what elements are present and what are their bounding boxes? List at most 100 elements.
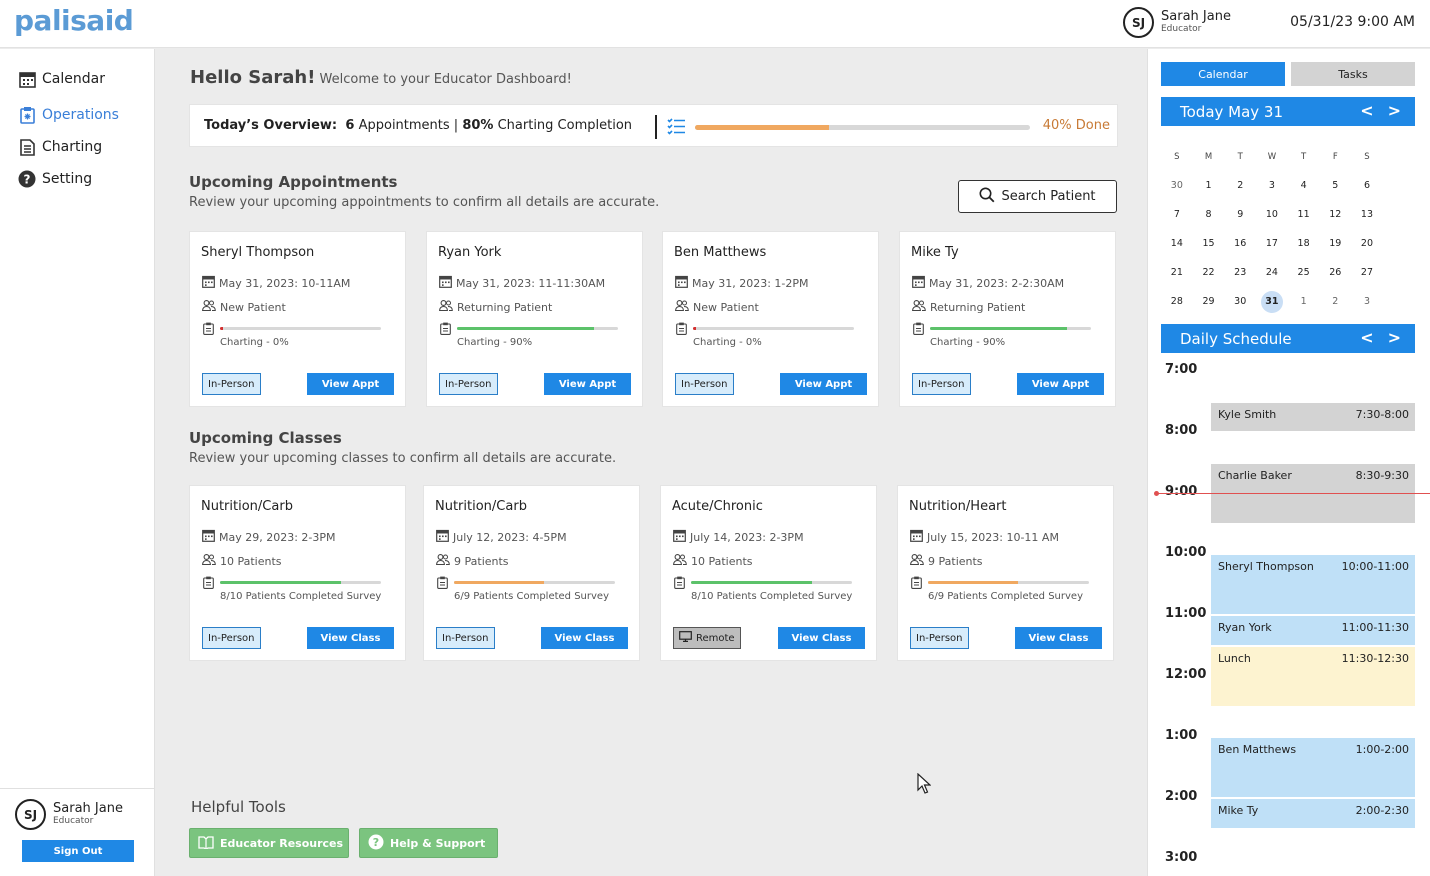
calendar-day[interactable]: 15 bbox=[1193, 238, 1225, 249]
event-time: 11:30-12:30 bbox=[1341, 651, 1409, 665]
schedule-event[interactable]: Sheryl Thompson 10:00-11:00 bbox=[1211, 555, 1415, 614]
schedule-event[interactable]: Lunch 11:30-12:30 bbox=[1211, 646, 1415, 706]
schedule-event[interactable]: Mike Ty 2:00-2:30 bbox=[1211, 799, 1415, 828]
calendar-day[interactable]: 23 bbox=[1224, 267, 1256, 278]
event-time: 10:00-11:00 bbox=[1341, 560, 1409, 573]
greeting-welcome: Welcome to your Educator Dashboard! bbox=[319, 72, 572, 87]
calendar-day[interactable]: 2 bbox=[1224, 180, 1256, 191]
schedule-prev-button[interactable]: < bbox=[1360, 328, 1373, 347]
event-name: Ryan York bbox=[1218, 621, 1272, 634]
clipboard-icon bbox=[18, 106, 36, 124]
card-progress-label: Charting - 90% bbox=[930, 337, 1006, 348]
avatar[interactable]: SJ bbox=[1123, 7, 1154, 38]
calendar-day[interactable]: 8 bbox=[1193, 209, 1225, 220]
calendar-day[interactable]: 22 bbox=[1193, 267, 1225, 278]
calendar-day[interactable]: 11 bbox=[1288, 209, 1320, 220]
clipboard-icon bbox=[203, 322, 214, 339]
event-name: Sheryl Thompson bbox=[1218, 560, 1314, 573]
class-card: Acute/Chronic July 14, 2023: 2-3PM 10 Pati… bbox=[660, 485, 877, 661]
educator-resources-button[interactable]: Educator Resources bbox=[189, 828, 349, 858]
card-type: New Patient bbox=[693, 300, 759, 314]
calendar-day[interactable]: 13 bbox=[1351, 209, 1383, 220]
view-class-button[interactable]: View Class bbox=[1015, 627, 1102, 649]
calendar-day[interactable]: 17 bbox=[1256, 238, 1288, 249]
calendar-day[interactable]: 28 bbox=[1161, 296, 1193, 307]
calendar-day[interactable]: 21 bbox=[1161, 267, 1193, 278]
current-datetime: 05/31/23 9:00 AM bbox=[1290, 14, 1415, 30]
schedule-event[interactable]: Ben Matthews 1:00-2:00 bbox=[1211, 738, 1415, 797]
card-date-row: May 29, 2023: 2-3PM bbox=[202, 529, 336, 545]
calendar-day[interactable]: 30 bbox=[1224, 296, 1256, 307]
mode-label: Remote bbox=[696, 632, 735, 644]
calendar-next-button[interactable]: > bbox=[1388, 101, 1401, 120]
overview-summary: Today’s Overview: 6 Appointments | 80% C… bbox=[204, 118, 632, 133]
calendar-day[interactable]: 7 bbox=[1161, 209, 1193, 220]
search-patient-button[interactable]: Search Patient bbox=[958, 180, 1117, 213]
checklist-icon[interactable] bbox=[667, 117, 686, 139]
calendar-day[interactable]: 12 bbox=[1319, 209, 1351, 220]
calendar-day[interactable]: 24 bbox=[1256, 267, 1288, 278]
sidebar-item-charting[interactable]: Charting bbox=[18, 138, 102, 156]
schedule-event[interactable]: Kyle Smith 7:30-8:00 bbox=[1211, 402, 1415, 431]
calendar-day[interactable]: 31 bbox=[1260, 290, 1283, 313]
calendar-day[interactable]: 26 bbox=[1319, 267, 1351, 278]
sidebar-item-setting[interactable]: ? Setting bbox=[18, 170, 92, 188]
charting-percent: 80% bbox=[462, 118, 494, 133]
overview-done: 40% Done bbox=[1042, 118, 1110, 133]
app-logo[interactable]: palisaid bbox=[14, 4, 134, 37]
calendar-day[interactable]: 20 bbox=[1351, 238, 1383, 249]
weekday-label: S bbox=[1174, 151, 1180, 162]
calendar-icon bbox=[202, 529, 215, 545]
calendar-prev-button[interactable]: < bbox=[1360, 101, 1373, 120]
calendar-day[interactable]: 14 bbox=[1161, 238, 1193, 249]
card-date-row: July 14, 2023: 2-3PM bbox=[673, 529, 804, 545]
sign-out-button[interactable]: Sign Out bbox=[22, 840, 134, 862]
calendar-day[interactable]: 1 bbox=[1288, 296, 1320, 307]
calendar-day[interactable]: 30 bbox=[1161, 180, 1193, 191]
view-class-button[interactable]: View Class bbox=[307, 627, 394, 649]
calendar-day[interactable]: 3 bbox=[1256, 180, 1288, 191]
calendar-day[interactable]: 6 bbox=[1351, 180, 1383, 191]
calendar-day[interactable]: 18 bbox=[1288, 238, 1320, 249]
schedule-next-button[interactable]: > bbox=[1388, 328, 1401, 347]
card-progress-label: 6/9 Patients Completed Survey bbox=[454, 591, 609, 602]
calendar-day[interactable]: 2 bbox=[1319, 296, 1351, 307]
view-appt-button[interactable]: View Appt bbox=[307, 373, 394, 395]
calendar-icon bbox=[910, 529, 923, 545]
help-support-label: Help & Support bbox=[390, 836, 486, 850]
calendar-day[interactable]: 1 bbox=[1193, 180, 1225, 191]
search-icon bbox=[979, 187, 995, 207]
weekday-label: S bbox=[1364, 151, 1370, 162]
tab-tasks[interactable]: Tasks bbox=[1291, 62, 1415, 86]
calendar-day[interactable]: 4 bbox=[1288, 180, 1320, 191]
schedule-event[interactable]: Ryan York 11:00-11:30 bbox=[1211, 616, 1415, 645]
calendar-day[interactable]: 5 bbox=[1319, 180, 1351, 191]
view-class-button[interactable]: View Class bbox=[541, 627, 628, 649]
sidebar-item-calendar[interactable]: Calendar bbox=[18, 70, 105, 88]
calendar-day[interactable]: 9 bbox=[1224, 209, 1256, 220]
overview-progress-bar bbox=[695, 125, 1030, 130]
calendar-day[interactable]: 16 bbox=[1224, 238, 1256, 249]
event-time: 1:00-2:00 bbox=[1355, 743, 1409, 756]
tab-calendar[interactable]: Calendar bbox=[1161, 62, 1285, 86]
card-progress-bar bbox=[928, 581, 1089, 584]
help-support-button[interactable]: ? Help & Support bbox=[359, 828, 498, 858]
view-class-button[interactable]: View Class bbox=[778, 627, 865, 649]
avatar[interactable]: SJ bbox=[15, 799, 46, 830]
view-appt-button[interactable]: View Appt bbox=[544, 373, 631, 395]
view-appt-button[interactable]: View Appt bbox=[1017, 373, 1104, 395]
card-date: May 31, 2023: 10-11AM bbox=[219, 276, 351, 290]
calendar-day[interactable]: 29 bbox=[1193, 296, 1225, 307]
calendar-icon bbox=[436, 529, 449, 545]
sidebar-item-operations[interactable]: Operations bbox=[18, 106, 119, 124]
weekday-label: M bbox=[1204, 151, 1213, 162]
view-appt-button[interactable]: View Appt bbox=[780, 373, 867, 395]
calendar-day[interactable]: 25 bbox=[1288, 267, 1320, 278]
calendar-day[interactable]: 3 bbox=[1351, 296, 1383, 307]
in-person-badge: In-Person bbox=[675, 373, 734, 395]
calendar-day[interactable]: 10 bbox=[1256, 209, 1288, 220]
mode-label: In-Person bbox=[208, 378, 255, 390]
calendar-day[interactable]: 27 bbox=[1351, 267, 1383, 278]
overview-label: Today’s Overview: bbox=[204, 118, 338, 133]
calendar-day[interactable]: 19 bbox=[1319, 238, 1351, 249]
